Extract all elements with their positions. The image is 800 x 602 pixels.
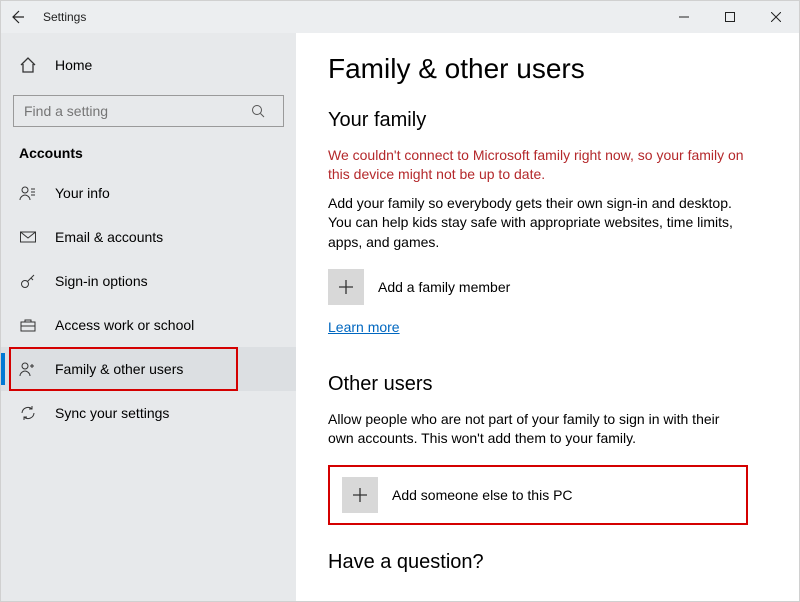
learn-more-link[interactable]: Learn more <box>328 319 400 335</box>
nav-item-label: Family & other users <box>55 361 183 377</box>
search-field[interactable] <box>14 103 251 119</box>
nav-access-work-school[interactable]: Access work or school <box>1 303 296 347</box>
nav-your-info[interactable]: Your info <box>1 171 296 215</box>
add-family-label: Add a family member <box>378 279 510 295</box>
nav-sync-settings[interactable]: Sync your settings <box>1 391 296 435</box>
person-badge-icon <box>19 184 37 202</box>
family-error-text: We couldn't connect to Microsoft family … <box>328 146 748 184</box>
home-label: Home <box>55 57 92 73</box>
sync-icon <box>19 404 37 422</box>
minimize-button[interactable] <box>661 1 707 33</box>
have-question-heading: Have a question? <box>328 551 767 574</box>
key-icon <box>19 272 37 290</box>
plus-icon <box>328 269 364 305</box>
minimize-icon <box>679 12 689 22</box>
window-title: Settings <box>43 10 86 24</box>
close-icon <box>771 12 781 22</box>
home-icon <box>19 56 37 74</box>
other-users-heading: Other users <box>328 373 767 396</box>
maximize-button[interactable] <box>707 1 753 33</box>
nav-signin-options[interactable]: Sign-in options <box>1 259 296 303</box>
family-description: Add your family so everybody gets their … <box>328 194 748 253</box>
your-family-heading: Your family <box>328 109 767 132</box>
search-icon <box>251 104 283 119</box>
content-pane[interactable]: Family & other users Your family We coul… <box>296 33 799 601</box>
settings-window: Settings Home Acco <box>0 0 800 602</box>
window-body: Home Accounts Your info Email & accounts <box>1 33 799 601</box>
nav-item-label: Email & accounts <box>55 229 163 245</box>
people-plus-icon <box>19 360 37 378</box>
page-title: Family & other users <box>328 53 767 85</box>
nav-list: Your info Email & accounts Sign-in optio… <box>1 171 296 435</box>
close-button[interactable] <box>753 1 799 33</box>
add-someone-else-button[interactable]: Add someone else to this PC <box>342 477 734 513</box>
nav-item-label: Access work or school <box>55 317 194 333</box>
nav-item-label: Sync your settings <box>55 405 169 421</box>
nav-family-other-users[interactable]: Family & other users <box>1 347 296 391</box>
titlebar: Settings <box>1 1 799 33</box>
nav-item-label: Sign-in options <box>55 273 148 289</box>
section-accounts: Accounts <box>1 141 296 171</box>
add-family-member-button[interactable]: Add a family member <box>328 269 767 305</box>
maximize-icon <box>725 12 735 22</box>
other-users-description: Allow people who are not part of your fa… <box>328 410 748 449</box>
sidebar: Home Accounts Your info Email & accounts <box>1 33 296 601</box>
nav-item-label: Your info <box>55 185 110 201</box>
briefcase-icon <box>19 316 37 334</box>
add-other-label: Add someone else to this PC <box>392 487 573 503</box>
add-other-highlight: Add someone else to this PC <box>328 465 748 525</box>
nav-email-accounts[interactable]: Email & accounts <box>1 215 296 259</box>
mail-icon <box>19 228 37 246</box>
arrow-left-icon <box>9 9 25 25</box>
plus-icon <box>342 477 378 513</box>
back-button[interactable] <box>1 1 33 33</box>
home-button[interactable]: Home <box>1 45 296 85</box>
search-input[interactable] <box>13 95 284 127</box>
